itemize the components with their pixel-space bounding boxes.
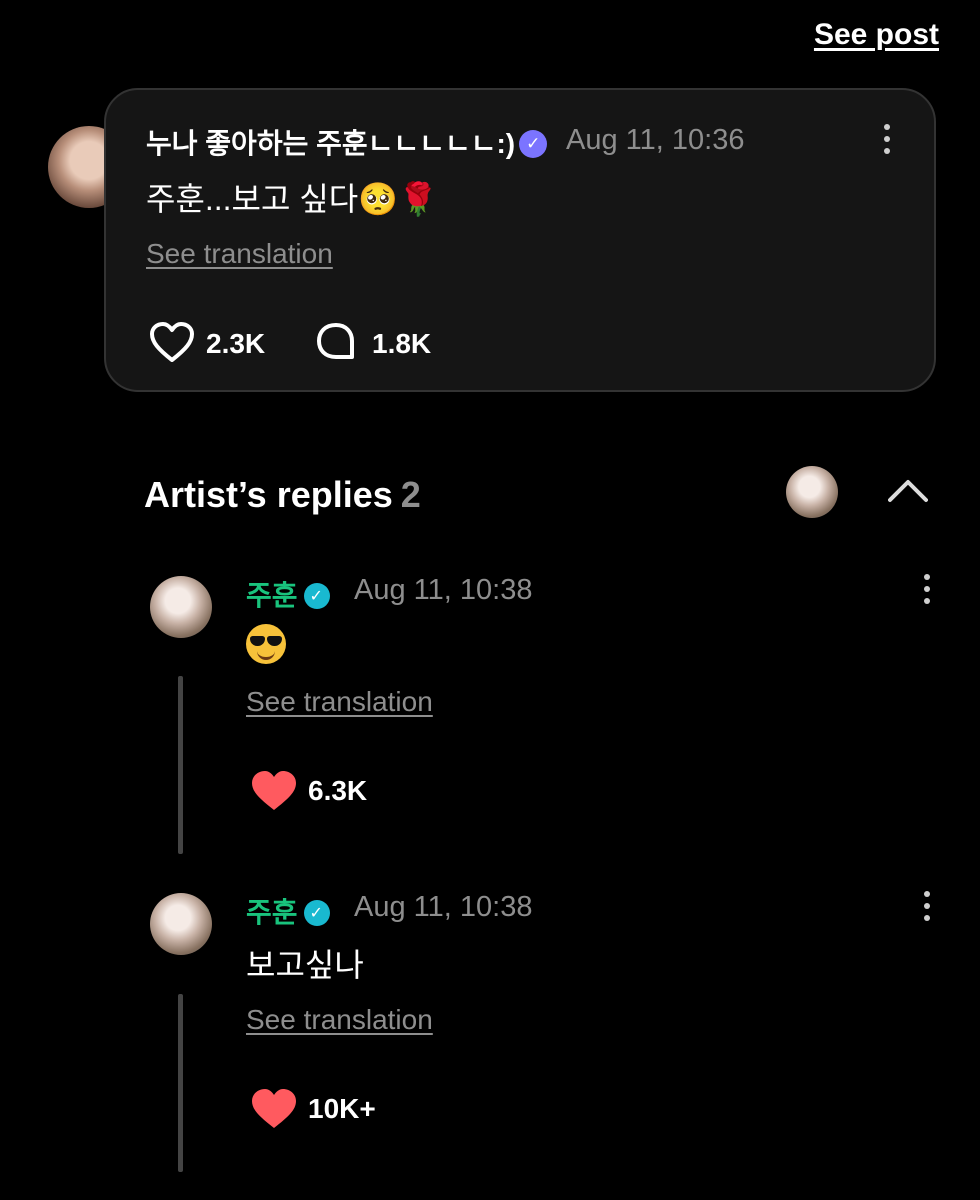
post-comment-count: 1.8K — [372, 328, 432, 359]
reply-see-translation[interactable]: See translation — [246, 1004, 433, 1036]
artist-replies-title: Artist’s replies — [144, 474, 393, 515]
reply-author-name[interactable]: 주훈 — [246, 897, 298, 928]
reply-see-translation[interactable]: See translation — [246, 686, 433, 718]
reply-time: Aug 11, 10:38 — [354, 574, 533, 606]
verified-badge-icon: ✓ — [519, 130, 548, 158]
heart-filled-icon[interactable] — [250, 770, 298, 812]
more-vert-icon[interactable] — [924, 891, 932, 925]
reply-text: 보고싶나 — [246, 947, 364, 983]
post-see-translation[interactable]: See translation — [146, 238, 333, 270]
post-author-name[interactable]: 누나 좋아하는 주훈ㄴㄴㄴㄴㄴ:) — [146, 128, 515, 159]
thread-line — [178, 676, 183, 854]
reply-like-count: 6.3K — [308, 775, 368, 806]
verified-badge-icon: ✓ — [303, 583, 330, 609]
artist-replies-heading: Artist’s replies 2 — [144, 474, 421, 516]
reply-avatar[interactable] — [150, 576, 212, 638]
sunglasses-emoji-icon — [246, 624, 286, 664]
artist-mini-avatar[interactable] — [786, 466, 838, 518]
reply-text: 😎 — [246, 624, 247, 625]
post-like-count: 2.3K — [206, 328, 266, 359]
comment-bubble-icon[interactable] — [314, 320, 358, 364]
heart-outline-icon[interactable] — [148, 320, 196, 364]
heart-filled-icon[interactable] — [250, 1088, 298, 1130]
more-vert-icon[interactable] — [924, 574, 932, 608]
post-time: Aug 11, 10:36 — [566, 124, 745, 156]
reply-time: Aug 11, 10:38 — [354, 891, 533, 923]
thread-line — [178, 994, 183, 1172]
post-author[interactable]: 누나 좋아하는 주훈ㄴㄴㄴㄴㄴ:) ✓ — [146, 122, 548, 162]
reply-author[interactable]: 주훈 ✓ — [246, 574, 330, 614]
reply-author-name[interactable]: 주훈 — [246, 580, 298, 611]
verified-badge-icon: ✓ — [303, 900, 330, 926]
post-text: 주훈...보고 싶다🥺🌹 — [146, 181, 438, 217]
reply-avatar[interactable] — [150, 893, 212, 955]
fan-post-card: 누나 좋아하는 주훈ㄴㄴㄴㄴㄴ:) ✓ Aug 11, 10:36 주훈...보고… — [104, 88, 936, 392]
more-vert-icon[interactable] — [884, 124, 892, 158]
artist-replies-count: 2 — [400, 474, 421, 515]
reply-author[interactable]: 주훈 ✓ — [246, 891, 330, 931]
reply-like-count: 10K+ — [308, 1093, 376, 1124]
chevron-up-icon[interactable] — [888, 478, 928, 504]
see-post-link[interactable]: See post — [814, 18, 939, 52]
